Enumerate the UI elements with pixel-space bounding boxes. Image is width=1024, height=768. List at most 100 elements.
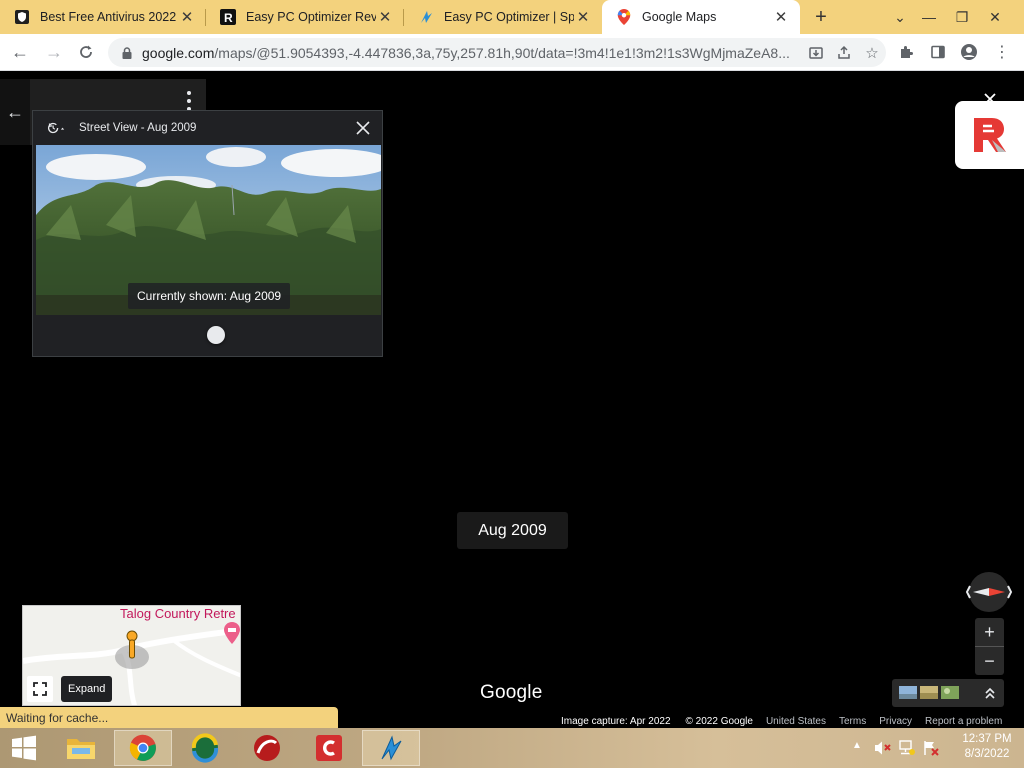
new-tab-button[interactable]: + bbox=[808, 5, 834, 29]
maps-pin-icon bbox=[616, 9, 632, 25]
optimizer-bolt-icon bbox=[381, 735, 402, 761]
reload-icon[interactable] bbox=[72, 38, 100, 66]
timeline-slider[interactable] bbox=[43, 325, 373, 347]
image-capture-date: Image capture: Apr 2022 bbox=[561, 715, 671, 727]
close-tab-icon[interactable]: ✕ bbox=[376, 8, 394, 26]
layer-thumb-icon[interactable] bbox=[899, 686, 917, 699]
share-icon[interactable] bbox=[830, 39, 858, 67]
network-icon[interactable] bbox=[898, 740, 916, 756]
close-tab-icon[interactable]: ✕ bbox=[574, 8, 592, 26]
photo-app-taskbar-item[interactable] bbox=[176, 730, 234, 766]
forward-arrow-icon[interactable]: → bbox=[40, 38, 68, 66]
timeline-slider-handle[interactable] bbox=[207, 326, 225, 344]
map-attribution-bar: Image capture: Apr 2022 © 2022 Google Un… bbox=[555, 714, 1024, 728]
copyright-text: © 2022 Google bbox=[685, 715, 753, 727]
restore-button[interactable]: ❐ bbox=[945, 0, 979, 34]
history-clock-icon[interactable] bbox=[47, 119, 65, 137]
layer-thumb-icon[interactable] bbox=[941, 686, 959, 699]
tab-title: Easy PC Optimizer Review bbox=[246, 10, 376, 24]
tab-easy-pc-optimizer-speed[interactable]: Easy PC Optimizer | Spee ✕ bbox=[404, 0, 602, 34]
close-tab-icon[interactable]: ✕ bbox=[178, 8, 196, 26]
close-icon[interactable] bbox=[354, 119, 372, 137]
minimize-button[interactable]: — bbox=[912, 0, 946, 34]
browser-status-bubble: Waiting for cache... bbox=[0, 707, 338, 728]
link-terms[interactable]: Terms bbox=[839, 716, 866, 727]
layer-thumb-icon[interactable] bbox=[920, 686, 938, 699]
more-options-kebab-icon[interactable] bbox=[182, 91, 196, 111]
tab-title: Best Free Antivirus 2022 bbox=[40, 10, 177, 24]
pegman-icon bbox=[126, 630, 138, 659]
place-label[interactable]: Talog Country Retre bbox=[120, 606, 236, 621]
street-view-card-title: Street View - Aug 2009 bbox=[79, 122, 197, 134]
street-view-card-header: Street View - Aug 2009 bbox=[33, 111, 382, 145]
clock-time: 12:37 PM bbox=[962, 733, 1012, 745]
street-view-viewport[interactable]: ← Street View - Aug 2009 Currently shown… bbox=[0, 71, 1024, 728]
chrome-menu-kebab-icon[interactable]: ⋮ bbox=[988, 38, 1016, 66]
mini-map[interactable]: Talog Country Retre Expand bbox=[22, 605, 241, 706]
system-tray: ▲ 12:37 PM 8/3/2022 bbox=[846, 728, 1024, 768]
profile-avatar-icon[interactable] bbox=[955, 38, 983, 66]
expand-minimap-button[interactable] bbox=[27, 676, 53, 702]
street-view-timeline-card: Street View - Aug 2009 Currently shown: … bbox=[32, 110, 383, 357]
pc-optimizer-taskbar-item[interactable] bbox=[362, 730, 420, 766]
compass-icon bbox=[965, 572, 1013, 612]
lodging-pin-icon[interactable] bbox=[224, 622, 240, 644]
street-view-thumbnail[interactable]: Currently shown: Aug 2009 bbox=[36, 145, 381, 315]
taskbar-clock[interactable]: 12:37 PM 8/3/2022 bbox=[958, 732, 1016, 762]
link-report-a-problem[interactable]: Report a problem bbox=[925, 716, 1002, 727]
link-united-states[interactable]: United States bbox=[766, 716, 826, 727]
install-app-icon[interactable] bbox=[802, 39, 830, 67]
bookmark-star-icon[interactable]: ☆ bbox=[858, 39, 886, 67]
side-panel-icon[interactable] bbox=[924, 38, 952, 66]
address-bar[interactable]: google.com/maps/@51.9054393,-4.447836,3a… bbox=[108, 38, 886, 67]
tab-title: Easy PC Optimizer | Spee bbox=[444, 10, 574, 24]
link-privacy[interactable]: Privacy bbox=[879, 716, 912, 727]
start-button[interactable] bbox=[0, 730, 48, 766]
close-tab-icon[interactable]: ✕ bbox=[772, 8, 790, 26]
tab-google-maps[interactable]: Google Maps ✕ bbox=[602, 0, 800, 34]
tab-easy-pc-optimizer-review[interactable]: R Easy PC Optimizer Review ✕ bbox=[206, 0, 404, 34]
media-app-taskbar-item[interactable] bbox=[238, 730, 296, 766]
imagery-layers-control[interactable] bbox=[892, 679, 1004, 707]
shield-icon bbox=[14, 9, 30, 25]
svg-text:R: R bbox=[224, 11, 233, 25]
red-disc-app-icon bbox=[254, 735, 280, 761]
google-logo: Google bbox=[480, 682, 543, 703]
r-logo-icon: R bbox=[220, 9, 236, 25]
url-text: google.com/maps/@51.9054393,-4.447836,3a… bbox=[142, 45, 802, 61]
tab-best-free-antivirus[interactable]: Best Free Antivirus 2022 ✕ bbox=[0, 0, 206, 34]
zoom-out-button[interactable]: − bbox=[975, 647, 1004, 675]
capture-date-label: Aug 2009 bbox=[457, 512, 568, 549]
url-host: google.com bbox=[142, 44, 215, 61]
extensions-puzzle-icon[interactable] bbox=[892, 38, 920, 66]
chrome-icon bbox=[129, 734, 156, 761]
tab-title: Google Maps bbox=[642, 10, 717, 24]
back-arrow-icon[interactable]: ← bbox=[6, 38, 34, 66]
browser-tab-strip: Best Free Antivirus 2022 ✕ R Easy PC Opt… bbox=[0, 0, 1024, 34]
zoom-in-button[interactable]: + bbox=[975, 618, 1004, 646]
file-explorer-taskbar-item[interactable] bbox=[52, 730, 110, 766]
currently-shown-caption: Currently shown: Aug 2009 bbox=[128, 283, 291, 309]
show-hidden-icons-chevron-icon[interactable]: ▲ bbox=[852, 740, 864, 754]
lock-icon bbox=[122, 46, 132, 59]
action-center-flag-icon[interactable] bbox=[922, 740, 940, 756]
windows-taskbar: ▲ 12:37 PM 8/3/2022 bbox=[0, 728, 1024, 768]
expand-tooltip: Expand bbox=[61, 676, 113, 702]
url-path: /maps/@51.9054393,-4.447836,3a,75y,257.8… bbox=[214, 44, 790, 61]
volume-muted-icon[interactable] bbox=[874, 740, 892, 756]
compass-control[interactable] bbox=[965, 571, 1013, 613]
ccleaner-icon bbox=[316, 735, 342, 761]
folder-icon bbox=[67, 739, 95, 759]
ccleaner-taskbar-item[interactable] bbox=[300, 730, 358, 766]
back-arrow-icon[interactable]: ← bbox=[0, 79, 30, 145]
optimizer-bolt-icon bbox=[418, 9, 434, 25]
chrome-taskbar-item[interactable] bbox=[114, 730, 172, 766]
windows-logo-icon bbox=[12, 735, 36, 761]
extension-popup-card[interactable] bbox=[955, 101, 1024, 169]
clock-date: 8/3/2022 bbox=[964, 748, 1010, 760]
fullscreen-icon bbox=[33, 682, 47, 696]
close-window-button[interactable]: ✕ bbox=[978, 0, 1012, 34]
browser-toolbar: ← → google.com/maps/@51.9054393,-4.44783… bbox=[0, 34, 1024, 71]
chevron-up-icon[interactable] bbox=[982, 684, 998, 702]
swirl-app-icon bbox=[191, 733, 219, 763]
